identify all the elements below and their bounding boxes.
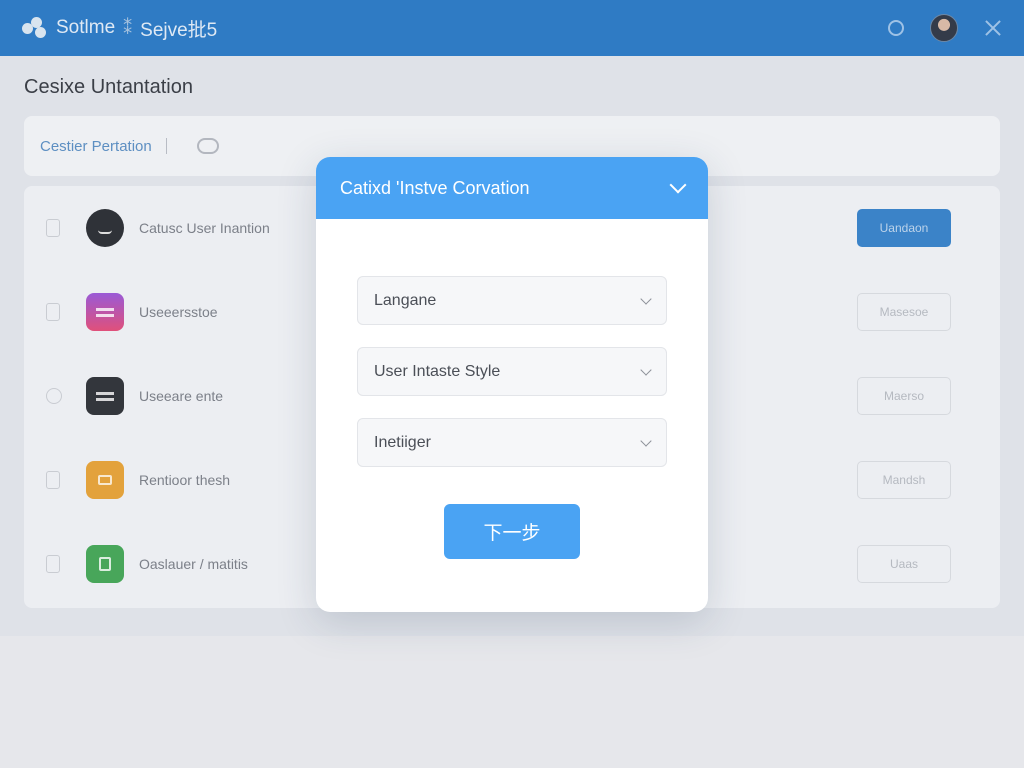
integration-select[interactable]: Inetiiger bbox=[357, 418, 667, 467]
tab-divider bbox=[165, 138, 167, 154]
tab-active[interactable]: Cestier Pertation bbox=[40, 138, 152, 155]
interface-style-select[interactable]: User Intaste Style bbox=[357, 347, 667, 396]
top-bar: Sotlme ⁑ Sejve批5 bbox=[0, 0, 1024, 56]
note-icon bbox=[86, 461, 124, 499]
status-circle-icon[interactable] bbox=[888, 20, 904, 36]
row-action-button[interactable]: Maerso bbox=[857, 377, 951, 415]
row-checkbox[interactable] bbox=[46, 303, 60, 321]
brand-subtitle: Sejve批5 bbox=[140, 19, 218, 41]
brand-separator-icon: ⁑ bbox=[123, 17, 133, 38]
modal-header: Catixd 'Instve Corvation bbox=[316, 157, 708, 219]
interface-style-select-label: User Intaste Style bbox=[374, 362, 501, 380]
brand[interactable]: Sotlme ⁑ Sejve批5 bbox=[22, 15, 217, 42]
row-label: Useeersstoe bbox=[139, 304, 218, 320]
doc-icon bbox=[86, 545, 124, 583]
row-radio[interactable] bbox=[46, 388, 62, 404]
chevron-down-icon bbox=[640, 292, 652, 305]
next-step-button[interactable]: 下一步 bbox=[444, 504, 580, 559]
modal-title: Catixd 'Instve Corvation bbox=[340, 177, 530, 198]
footer-area bbox=[0, 636, 1024, 768]
chevron-down-icon bbox=[640, 363, 652, 376]
row-action-button[interactable]: Uaas bbox=[857, 545, 951, 583]
row-label: Catusc User Inantion bbox=[139, 220, 270, 236]
row-label: Useeare ente bbox=[139, 388, 224, 404]
row-label: Oaslauer / matitis bbox=[139, 556, 248, 572]
language-select-label: Langane bbox=[374, 291, 437, 309]
row-action-button[interactable]: Uandaon bbox=[857, 209, 951, 247]
face-icon bbox=[86, 209, 124, 247]
page-title: Cesixe Untantation bbox=[24, 76, 193, 98]
row-action-button[interactable]: Masesoe bbox=[857, 293, 951, 331]
row-label: Rentioor thesh bbox=[139, 472, 231, 488]
integration-select-label: Inetiiger bbox=[374, 433, 431, 451]
close-icon[interactable] bbox=[984, 19, 1002, 37]
row-checkbox[interactable] bbox=[46, 555, 60, 573]
chevron-down-icon[interactable] bbox=[669, 176, 687, 194]
row-action-button[interactable]: Mandsh bbox=[857, 461, 951, 499]
chat-icon[interactable] bbox=[196, 138, 219, 154]
layers-icon bbox=[86, 293, 124, 331]
settings-modal: Catixd 'Instve Corvation Langane User In… bbox=[316, 157, 708, 612]
menu-icon bbox=[86, 377, 124, 415]
language-select[interactable]: Langane bbox=[357, 276, 667, 325]
brand-logo-icon bbox=[22, 17, 48, 39]
brand-name: Sotlme bbox=[56, 17, 116, 38]
row-checkbox[interactable] bbox=[46, 471, 60, 489]
chevron-down-icon bbox=[640, 434, 652, 447]
row-checkbox[interactable] bbox=[46, 219, 60, 237]
avatar[interactable] bbox=[930, 14, 958, 42]
